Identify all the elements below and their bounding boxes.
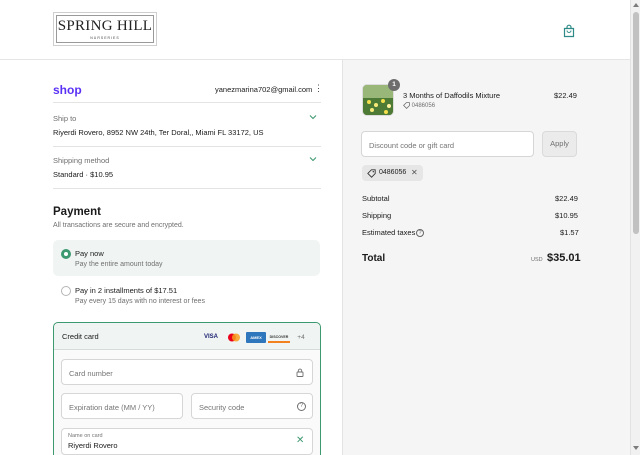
divider (53, 188, 321, 189)
chevron-down-icon[interactable] (309, 156, 317, 162)
taxes-value: $1.57 (560, 228, 579, 237)
applied-discount-chip: 0486056 ✕ (362, 165, 423, 181)
shipping-value: $10.95 (555, 211, 578, 220)
credit-card-header[interactable]: Credit card VISA AMEX DISCOVER +4 (54, 323, 320, 350)
apply-button[interactable]: Apply (542, 131, 577, 157)
ship-to-address[interactable]: Riyerdi Rovero, 8952 NW 24th, Ter Doral,… (53, 128, 264, 137)
ship-to-label: Ship to (53, 114, 77, 123)
name-on-card-value: Riyerdi Rovero (68, 441, 118, 450)
product-price: $22.49 (554, 91, 577, 100)
pay-now-title: Pay now (75, 249, 104, 258)
applied-discount-code: 0486056 (379, 169, 407, 176)
discount-placeholder: Discount code or gift card (369, 141, 455, 150)
pay-now-subtitle: Pay the entire amount today (75, 261, 163, 268)
installments-subtitle: Pay every 15 days with no interest or fe… (75, 298, 205, 305)
divider (53, 146, 321, 147)
chevron-down-icon[interactable] (309, 114, 317, 120)
shipping-method-value[interactable]: Standard · $10.95 (53, 170, 113, 179)
subtotal-value: $22.49 (555, 194, 578, 203)
payment-subtitle: All transactions are secure and encrypte… (53, 222, 184, 229)
more-cards-count: +4 (297, 334, 305, 341)
page-scrollbar[interactable] (630, 0, 640, 455)
tag-icon (367, 169, 376, 178)
name-on-card-field[interactable]: Name on card Riyerdi Rovero ✕ (61, 428, 313, 455)
tag-icon (403, 102, 410, 109)
product-name: 3 Months of Daffodils Mixture (403, 91, 500, 100)
payment-title: Payment (53, 206, 101, 218)
security-code-placeholder: Security code (199, 403, 245, 412)
total-label: Total (362, 253, 386, 264)
credit-card-title: Credit card (62, 332, 99, 341)
amex-icon: AMEX (246, 332, 266, 343)
remove-discount-icon[interactable]: ✕ (411, 168, 418, 177)
account-email: yanezmarina702@gmail.com (215, 85, 313, 94)
divider (53, 102, 321, 103)
subtotal-label: Subtotal (362, 194, 390, 203)
taxes-label: Estimated taxes (362, 228, 416, 237)
shipping-label: Shipping (362, 211, 392, 220)
visa-icon: VISA (203, 334, 218, 340)
discover-icon: DISCOVER (268, 332, 290, 343)
logo-sub: NURSERIES (90, 36, 120, 40)
order-summary-panel (342, 60, 630, 455)
pay-now-option[interactable]: Pay now Pay the entire amount today (53, 240, 320, 276)
card-number-field[interactable]: Card number (61, 359, 313, 385)
radio-selected[interactable] (61, 249, 71, 259)
total-currency: USD (531, 257, 543, 263)
info-icon[interactable]: ? (416, 229, 424, 237)
shopping-bag-icon[interactable] (562, 24, 576, 38)
lock-icon (296, 368, 304, 377)
shipping-method-label: Shipping method (53, 156, 110, 165)
scroll-up-arrow-icon[interactable] (633, 3, 639, 7)
logo-name: SPRING HILL (57, 18, 153, 34)
header: SPRING HILL NURSERIES (0, 0, 630, 60)
kebab-icon[interactable]: ⋮ (314, 84, 323, 93)
card-number-placeholder: Card number (69, 369, 113, 378)
total-value: $35.01 (547, 252, 581, 264)
discount-code-input[interactable]: Discount code or gift card (361, 131, 534, 157)
clear-icon[interactable]: ✕ (296, 436, 304, 446)
help-icon[interactable]: ? (297, 402, 306, 411)
spring-hill-logo[interactable]: SPRING HILL NURSERIES (53, 12, 157, 46)
radio-installments[interactable] (61, 286, 71, 296)
product-code-text: 0486056 (411, 103, 436, 110)
credit-card-section: Credit card VISA AMEX DISCOVER +4 Card n… (53, 322, 321, 455)
expiration-date-field[interactable]: Expiration date (MM / YY) (61, 393, 183, 419)
expiration-placeholder: Expiration date (MM / YY) (69, 403, 155, 412)
name-on-card-label: Name on card (68, 433, 103, 439)
product-code: 0486056 (403, 102, 435, 109)
shop-pay-logo: shop (53, 83, 82, 97)
scroll-thumb[interactable] (633, 12, 639, 234)
installments-title[interactable]: Pay in 2 installments of $17.51 (75, 286, 177, 295)
scroll-down-arrow-icon[interactable] (633, 446, 639, 450)
security-code-field[interactable]: Security code ? (191, 393, 313, 419)
mastercard-icon (228, 333, 240, 342)
quantity-badge: 1 (388, 79, 400, 91)
